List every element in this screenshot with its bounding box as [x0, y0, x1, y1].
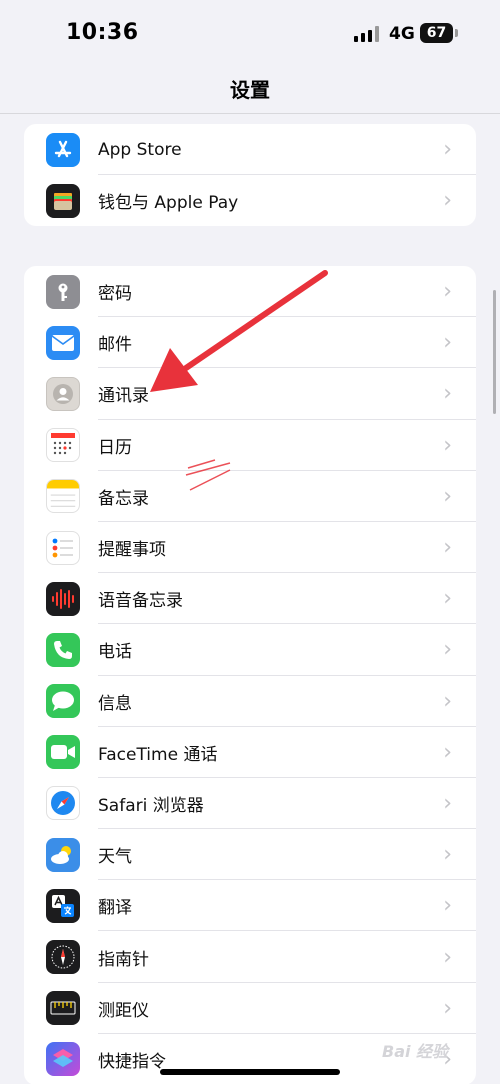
settings-row-reminders[interactable]: 提醒事项 ›: [24, 522, 476, 574]
settings-row-mail[interactable]: 邮件 ›: [24, 317, 476, 369]
chevron-right-icon: ›: [443, 137, 452, 163]
settings-row-weather[interactable]: 天气 ›: [24, 829, 476, 881]
settings-row-contacts[interactable]: 通讯录 ›: [24, 368, 476, 420]
chevron-right-icon: ›: [443, 432, 452, 458]
settings-row-label: FaceTime 通话: [98, 744, 218, 765]
settings-row-label: 快捷指令: [98, 1051, 166, 1072]
settings-row-label: 备忘录: [98, 488, 149, 509]
messages-icon: [46, 684, 80, 719]
contacts-icon: [46, 376, 80, 411]
settings-row-calendar[interactable]: 日历 ›: [24, 420, 476, 471]
key-icon: [46, 274, 80, 309]
battery-icon: 67: [420, 23, 453, 43]
settings-group-store: App Store › 钱包与 Apple Pay ›: [24, 124, 476, 227]
chevron-right-icon: ›: [443, 842, 452, 868]
settings-group-apps: 密码 › 邮件 › 通讯录 › 日历 › 备忘录 › 提醒事项 › 语音备忘录 …: [24, 266, 476, 1084]
settings-row-label: 邮件: [98, 335, 132, 356]
chevron-right-icon: ›: [443, 688, 452, 714]
settings-row-label: 电话: [98, 642, 132, 663]
chevron-right-icon: ›: [443, 188, 452, 214]
chevron-right-icon: ›: [443, 790, 452, 816]
translate-icon: [46, 888, 80, 923]
settings-row-label: 翻译: [98, 898, 132, 919]
measure-icon: [46, 991, 80, 1026]
chevron-right-icon: ›: [443, 279, 452, 305]
phone-icon: [46, 632, 80, 667]
chevron-right-icon: ›: [443, 995, 452, 1021]
chevron-right-icon: ›: [443, 637, 452, 663]
chevron-right-icon: ›: [443, 739, 452, 765]
status-bar: 10:36 4G 67: [0, 0, 500, 66]
compass-icon: [46, 940, 80, 975]
chevron-right-icon: ›: [443, 893, 452, 919]
settings-row-label: 指南针: [98, 949, 149, 970]
nav-divider: [0, 113, 500, 114]
battery-tip: [455, 29, 458, 37]
chevron-right-icon: ›: [443, 535, 452, 561]
scroll-indicator[interactable]: [493, 290, 496, 414]
settings-row-label: 密码: [98, 284, 132, 305]
settings-row-phone[interactable]: 电话 ›: [24, 624, 476, 676]
settings-row-label: Safari 浏览器: [98, 795, 204, 816]
status-time: 10:36: [66, 20, 139, 45]
home-indicator[interactable]: [160, 1069, 340, 1075]
settings-row-notes[interactable]: 备忘录 ›: [24, 471, 476, 522]
settings-row-label: 钱包与 Apple Pay: [98, 193, 239, 214]
settings-row-measure[interactable]: 测距仪 ›: [24, 983, 476, 1034]
safari-icon: [46, 786, 80, 821]
settings-row-app-store[interactable]: App Store ›: [24, 124, 476, 176]
settings-row-label: App Store: [98, 139, 182, 160]
chevron-right-icon: ›: [443, 944, 452, 970]
notes-icon: [46, 479, 80, 514]
facetime-icon: [46, 735, 80, 770]
chevron-right-icon: ›: [443, 586, 452, 612]
chevron-right-icon: ›: [443, 483, 452, 509]
shortcuts-icon: [46, 1042, 80, 1077]
settings-row-wallet[interactable]: 钱包与 Apple Pay ›: [24, 175, 476, 226]
chevron-right-icon: ›: [443, 381, 452, 407]
settings-row-safari[interactable]: Safari 浏览器 ›: [24, 778, 476, 830]
settings-row-messages[interactable]: 信息 ›: [24, 676, 476, 727]
settings-row-translate[interactable]: 翻译 ›: [24, 880, 476, 932]
weather-icon: [46, 837, 80, 872]
watermark: Bai 经验: [382, 1042, 449, 1061]
voice-memos-icon: [46, 581, 80, 616]
settings-row-label: 天气: [98, 847, 132, 868]
settings-row-passwords[interactable]: 密码 ›: [24, 266, 476, 318]
settings-row-label: 信息: [98, 693, 132, 714]
settings-row-compass[interactable]: 指南针 ›: [24, 931, 476, 983]
page-title: 设置: [230, 78, 270, 102]
calendar-icon: [46, 428, 80, 463]
wallet-icon: [46, 183, 80, 218]
settings-row-facetime[interactable]: FaceTime 通话 ›: [24, 727, 476, 778]
app-store-icon: [46, 132, 80, 167]
settings-row-label: 日历: [98, 437, 132, 458]
reminders-icon: [46, 530, 80, 565]
signal-strength-icon: [354, 26, 380, 42]
settings-row-label: 语音备忘录: [98, 591, 183, 612]
settings-row-label: 通讯录: [98, 386, 149, 407]
chevron-right-icon: ›: [443, 330, 452, 356]
mail-icon: [46, 325, 80, 360]
settings-row-label: 提醒事项: [98, 540, 166, 561]
network-type: 4G: [389, 24, 415, 44]
settings-row-voice-memos[interactable]: 语音备忘录 ›: [24, 573, 476, 625]
settings-row-label: 测距仪: [98, 1000, 149, 1021]
